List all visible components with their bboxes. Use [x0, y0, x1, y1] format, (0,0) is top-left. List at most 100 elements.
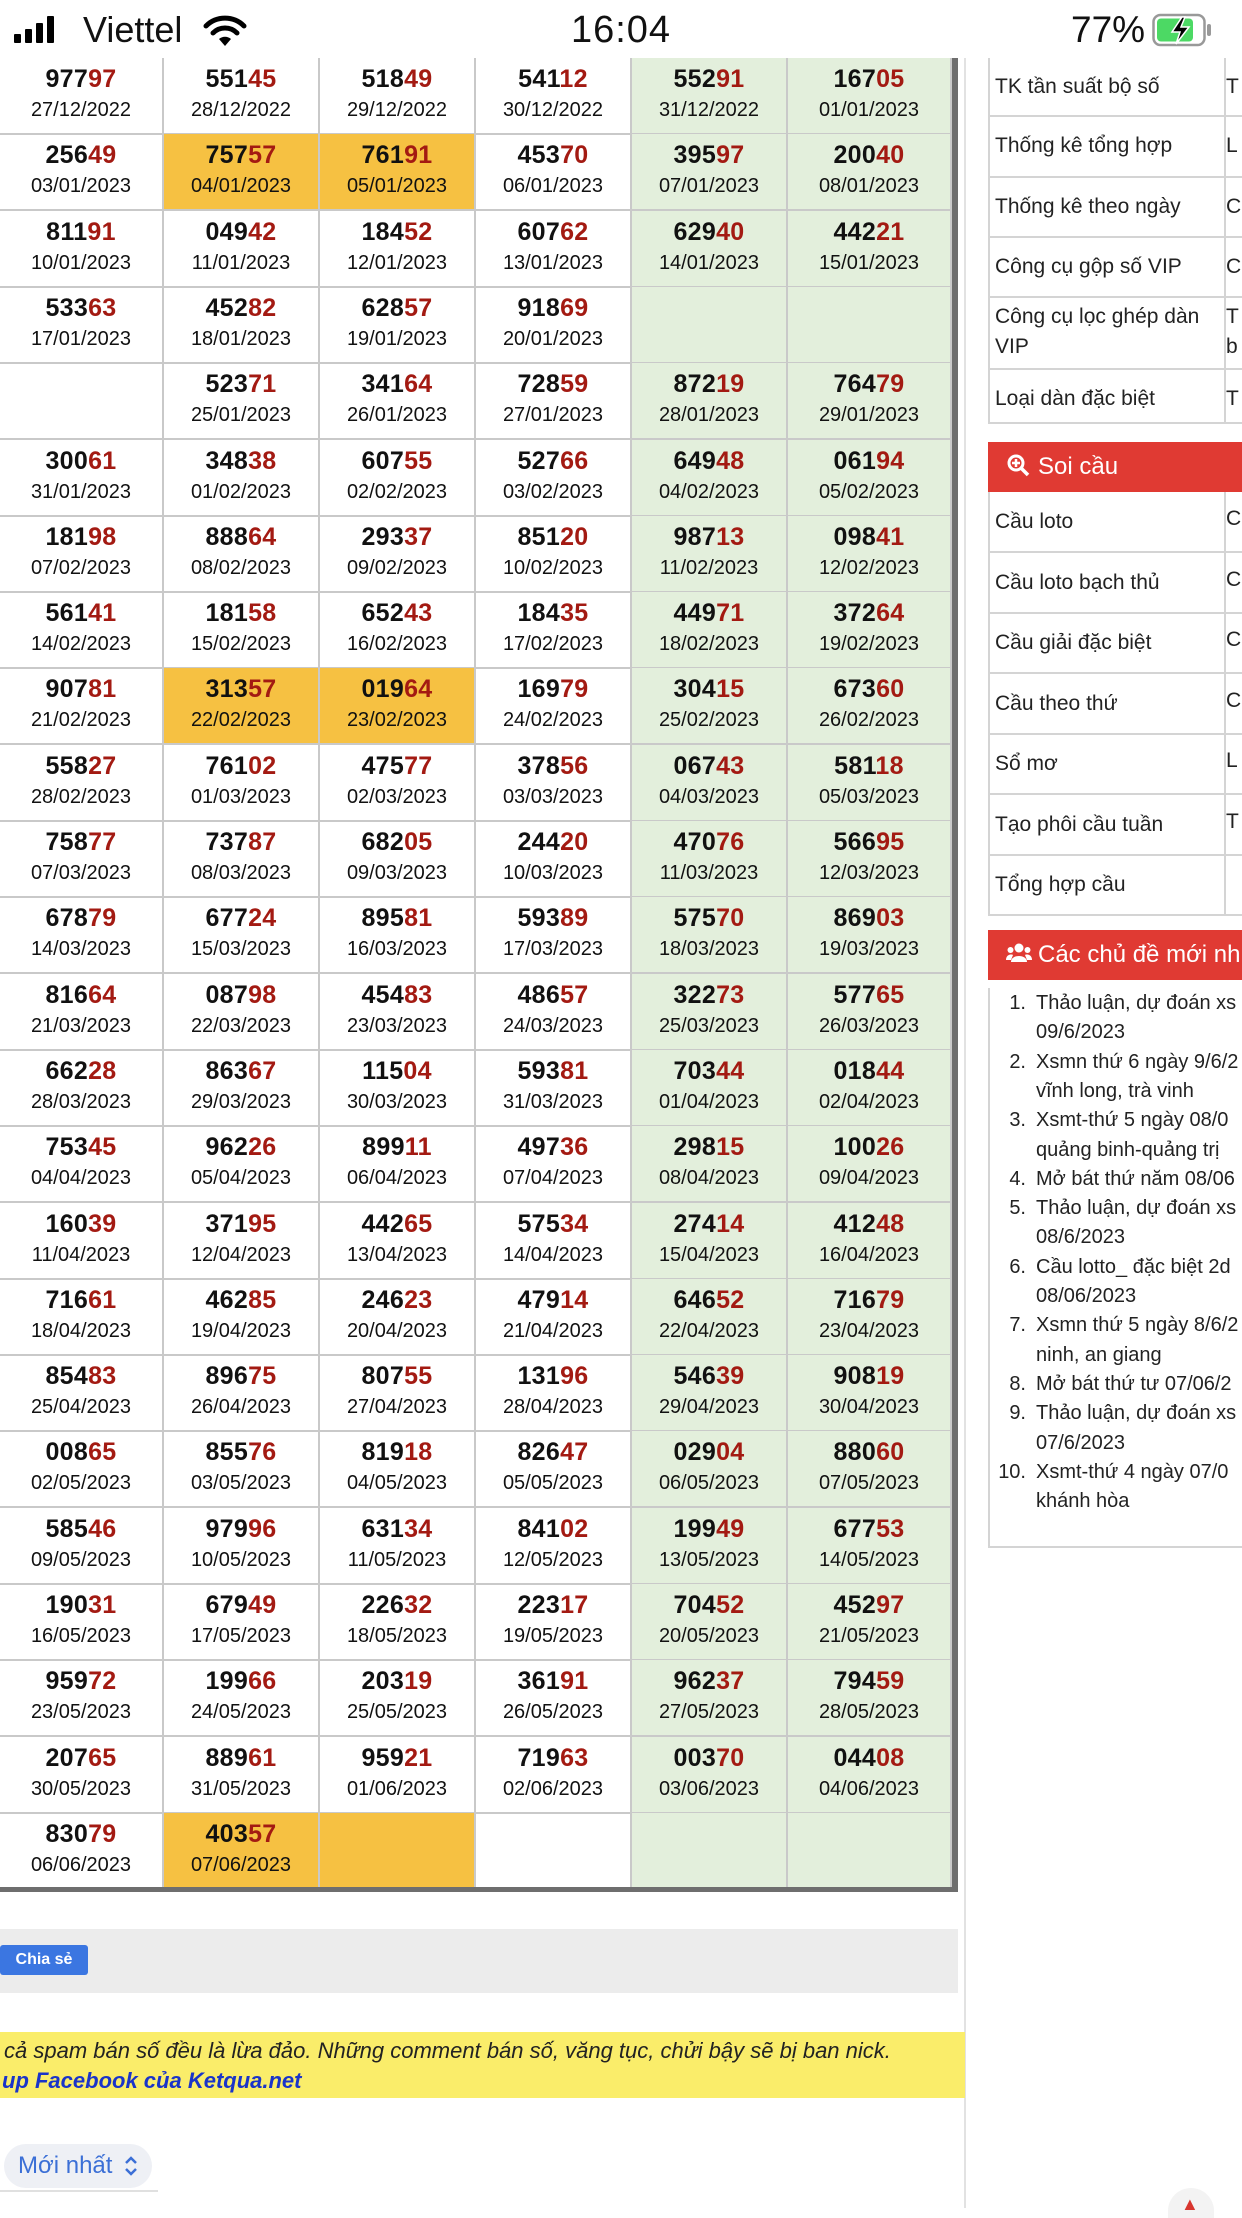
result-number: 01964	[320, 675, 474, 703]
soi-cau-item[interactable]: Cầu giải đặc biệt C	[988, 613, 1242, 674]
number-head: 869	[833, 904, 877, 933]
number-tail: 83	[88, 1362, 117, 1391]
result-cell: 44971 18/02/2023	[632, 592, 788, 670]
sidebar-item-extra: C	[1226, 567, 1242, 591]
number-tail: 76	[248, 1438, 277, 1467]
number-tail: 71	[248, 370, 277, 399]
facebook-group-link[interactable]: up Facebook của Ketqua.net	[2, 2068, 302, 2094]
number-tail: 52	[404, 217, 433, 246]
sidebar-tool-item[interactable]: Loại dàn đặc biệt T	[988, 370, 1242, 424]
result-date: 22/02/2023	[190, 709, 292, 732]
number-head: 761	[361, 141, 405, 170]
result-cell: 47577 02/03/2023	[320, 744, 476, 822]
cell-divider	[1224, 855, 1226, 914]
number-tail: 32	[404, 1591, 433, 1619]
result-date: 07/01/2023	[658, 175, 760, 198]
result-date: 09/05/2023	[30, 1548, 132, 1571]
result-number: 25649	[0, 141, 162, 169]
sidebar-tool-item[interactable]: Thống kê theo ngày C	[988, 178, 1242, 238]
result-cell: 83079 06/06/2023	[0, 1812, 164, 1890]
result-cell: 67949 17/05/2023	[164, 1584, 320, 1661]
result-date: 23/03/2023	[346, 1014, 448, 1037]
result-number: 47076	[632, 828, 786, 856]
result-number: 19949	[632, 1515, 786, 1543]
result-date: 04/02/2023	[658, 480, 760, 503]
topics-header: Các chủ đề mới nh	[988, 930, 1242, 980]
result-number: 85120	[476, 523, 630, 551]
result-date: 13/04/2023	[346, 1243, 448, 1266]
result-cell: 67753 14/05/2023	[788, 1507, 952, 1585]
result-number: 84102	[476, 1515, 630, 1543]
number-tail: 17	[560, 1591, 589, 1619]
soi-cau-item[interactable]: Cầu loto C	[988, 492, 1242, 553]
soi-cau-item[interactable]: Cầu theo thứ C	[988, 673, 1242, 735]
result-cell: 45297 21/05/2023	[788, 1584, 952, 1661]
share-button[interactable]: Chia sẻ	[0, 1945, 88, 1975]
result-date: 06/06/2023	[30, 1853, 132, 1876]
result-number: 88864	[164, 523, 318, 551]
scroll-top-button[interactable]: ▲	[1168, 2188, 1214, 2218]
result-date: 20/04/2023	[346, 1319, 448, 1342]
number-head: 395	[673, 141, 717, 170]
number-head: 677	[833, 1514, 877, 1543]
soi-cau-item[interactable]: Sổ mơ L	[988, 734, 1242, 795]
number-tail: 89	[560, 904, 589, 933]
number-tail: 91	[87, 217, 116, 246]
number-tail: 76	[716, 828, 745, 856]
soi-cau-item[interactable]: Cầu loto bạch thủ C	[988, 552, 1242, 614]
result-date: 23/05/2023	[30, 1701, 132, 1724]
result-date: 28/01/2023	[658, 404, 760, 427]
result-cell: 18452 12/01/2023	[320, 210, 476, 288]
sidebar-tool-item[interactable]: Công cụ gộp số VIP C	[988, 238, 1242, 298]
topics-title: Các chủ đề mới nh	[1038, 941, 1241, 968]
result-number: 06194	[788, 447, 950, 475]
sort-dropdown[interactable]: Mới nhất	[4, 2144, 152, 2188]
result-cell: 70452 20/05/2023	[632, 1584, 788, 1661]
number-head: 246	[361, 1285, 405, 1314]
topic-title: Xsmt-thứ 4 ngày 07/0	[1036, 1460, 1229, 1483]
sidebar-tool-item[interactable]: Thống kê tổng hợp L	[988, 117, 1242, 178]
sidebar-tool-item[interactable]: Công cụ lọc ghép dàn VIP T b	[988, 298, 1242, 370]
result-number: 55827	[0, 752, 162, 780]
topic-number: 4.	[1009, 1167, 1026, 1190]
result-date: 13/01/2023	[502, 251, 604, 274]
number-head: 577	[833, 980, 877, 1009]
result-date: 25/01/2023	[190, 404, 292, 427]
number-head: 959	[361, 1743, 405, 1772]
soi-cau-item[interactable]: Tổng hợp cầu	[988, 855, 1242, 916]
result-number: 57570	[632, 904, 786, 932]
number-head: 452	[833, 1591, 877, 1619]
result-cell: 89675 26/04/2023	[164, 1355, 320, 1433]
number-tail: 64	[876, 599, 905, 628]
number-tail: 57	[560, 980, 589, 1009]
sidebar-tool-item[interactable]: TK tần suất bộ số T	[988, 58, 1242, 117]
soi-cau-item[interactable]: Tạo phôi cầu tuần T	[988, 794, 1242, 856]
result-number: 44221	[788, 218, 950, 246]
number-tail: 37	[716, 1667, 745, 1696]
result-number: 37856	[476, 752, 630, 780]
result-number: 52766	[476, 447, 630, 475]
result-cell	[0, 363, 164, 441]
result-date: 22/03/2023	[190, 1014, 292, 1037]
result-number: 53363	[0, 294, 162, 322]
result-cell: 31357 22/02/2023	[164, 668, 320, 746]
number-tail: 97	[716, 141, 745, 170]
users-icon	[1006, 930, 1032, 980]
result-cell: 52766 03/02/2023	[476, 439, 632, 517]
topic-title: Mở bát thứ tư 07/06/2	[1036, 1372, 1232, 1395]
result-date: 26/01/2023	[346, 404, 448, 427]
result-cell: 54112 30/12/2022	[476, 58, 632, 135]
number-tail: 36	[560, 1133, 589, 1162]
result-cell: 16039 11/04/2023	[0, 1202, 164, 1280]
result-cell: 29815 08/04/2023	[632, 1126, 788, 1204]
result-number: 22632	[320, 1591, 474, 1619]
result-cell: 88961 31/05/2023	[164, 1736, 320, 1814]
result-number: 04408	[788, 1744, 950, 1772]
number-tail: 42	[248, 217, 277, 246]
result-cell: 87219 28/01/2023	[632, 363, 788, 441]
topic-number: 2.	[1009, 1050, 1026, 1073]
result-cell: 11504 30/03/2023	[320, 1049, 476, 1127]
result-number: 96226	[164, 1133, 318, 1161]
number-head: 442	[361, 1209, 405, 1238]
result-cell: 72859 27/01/2023	[476, 363, 632, 441]
